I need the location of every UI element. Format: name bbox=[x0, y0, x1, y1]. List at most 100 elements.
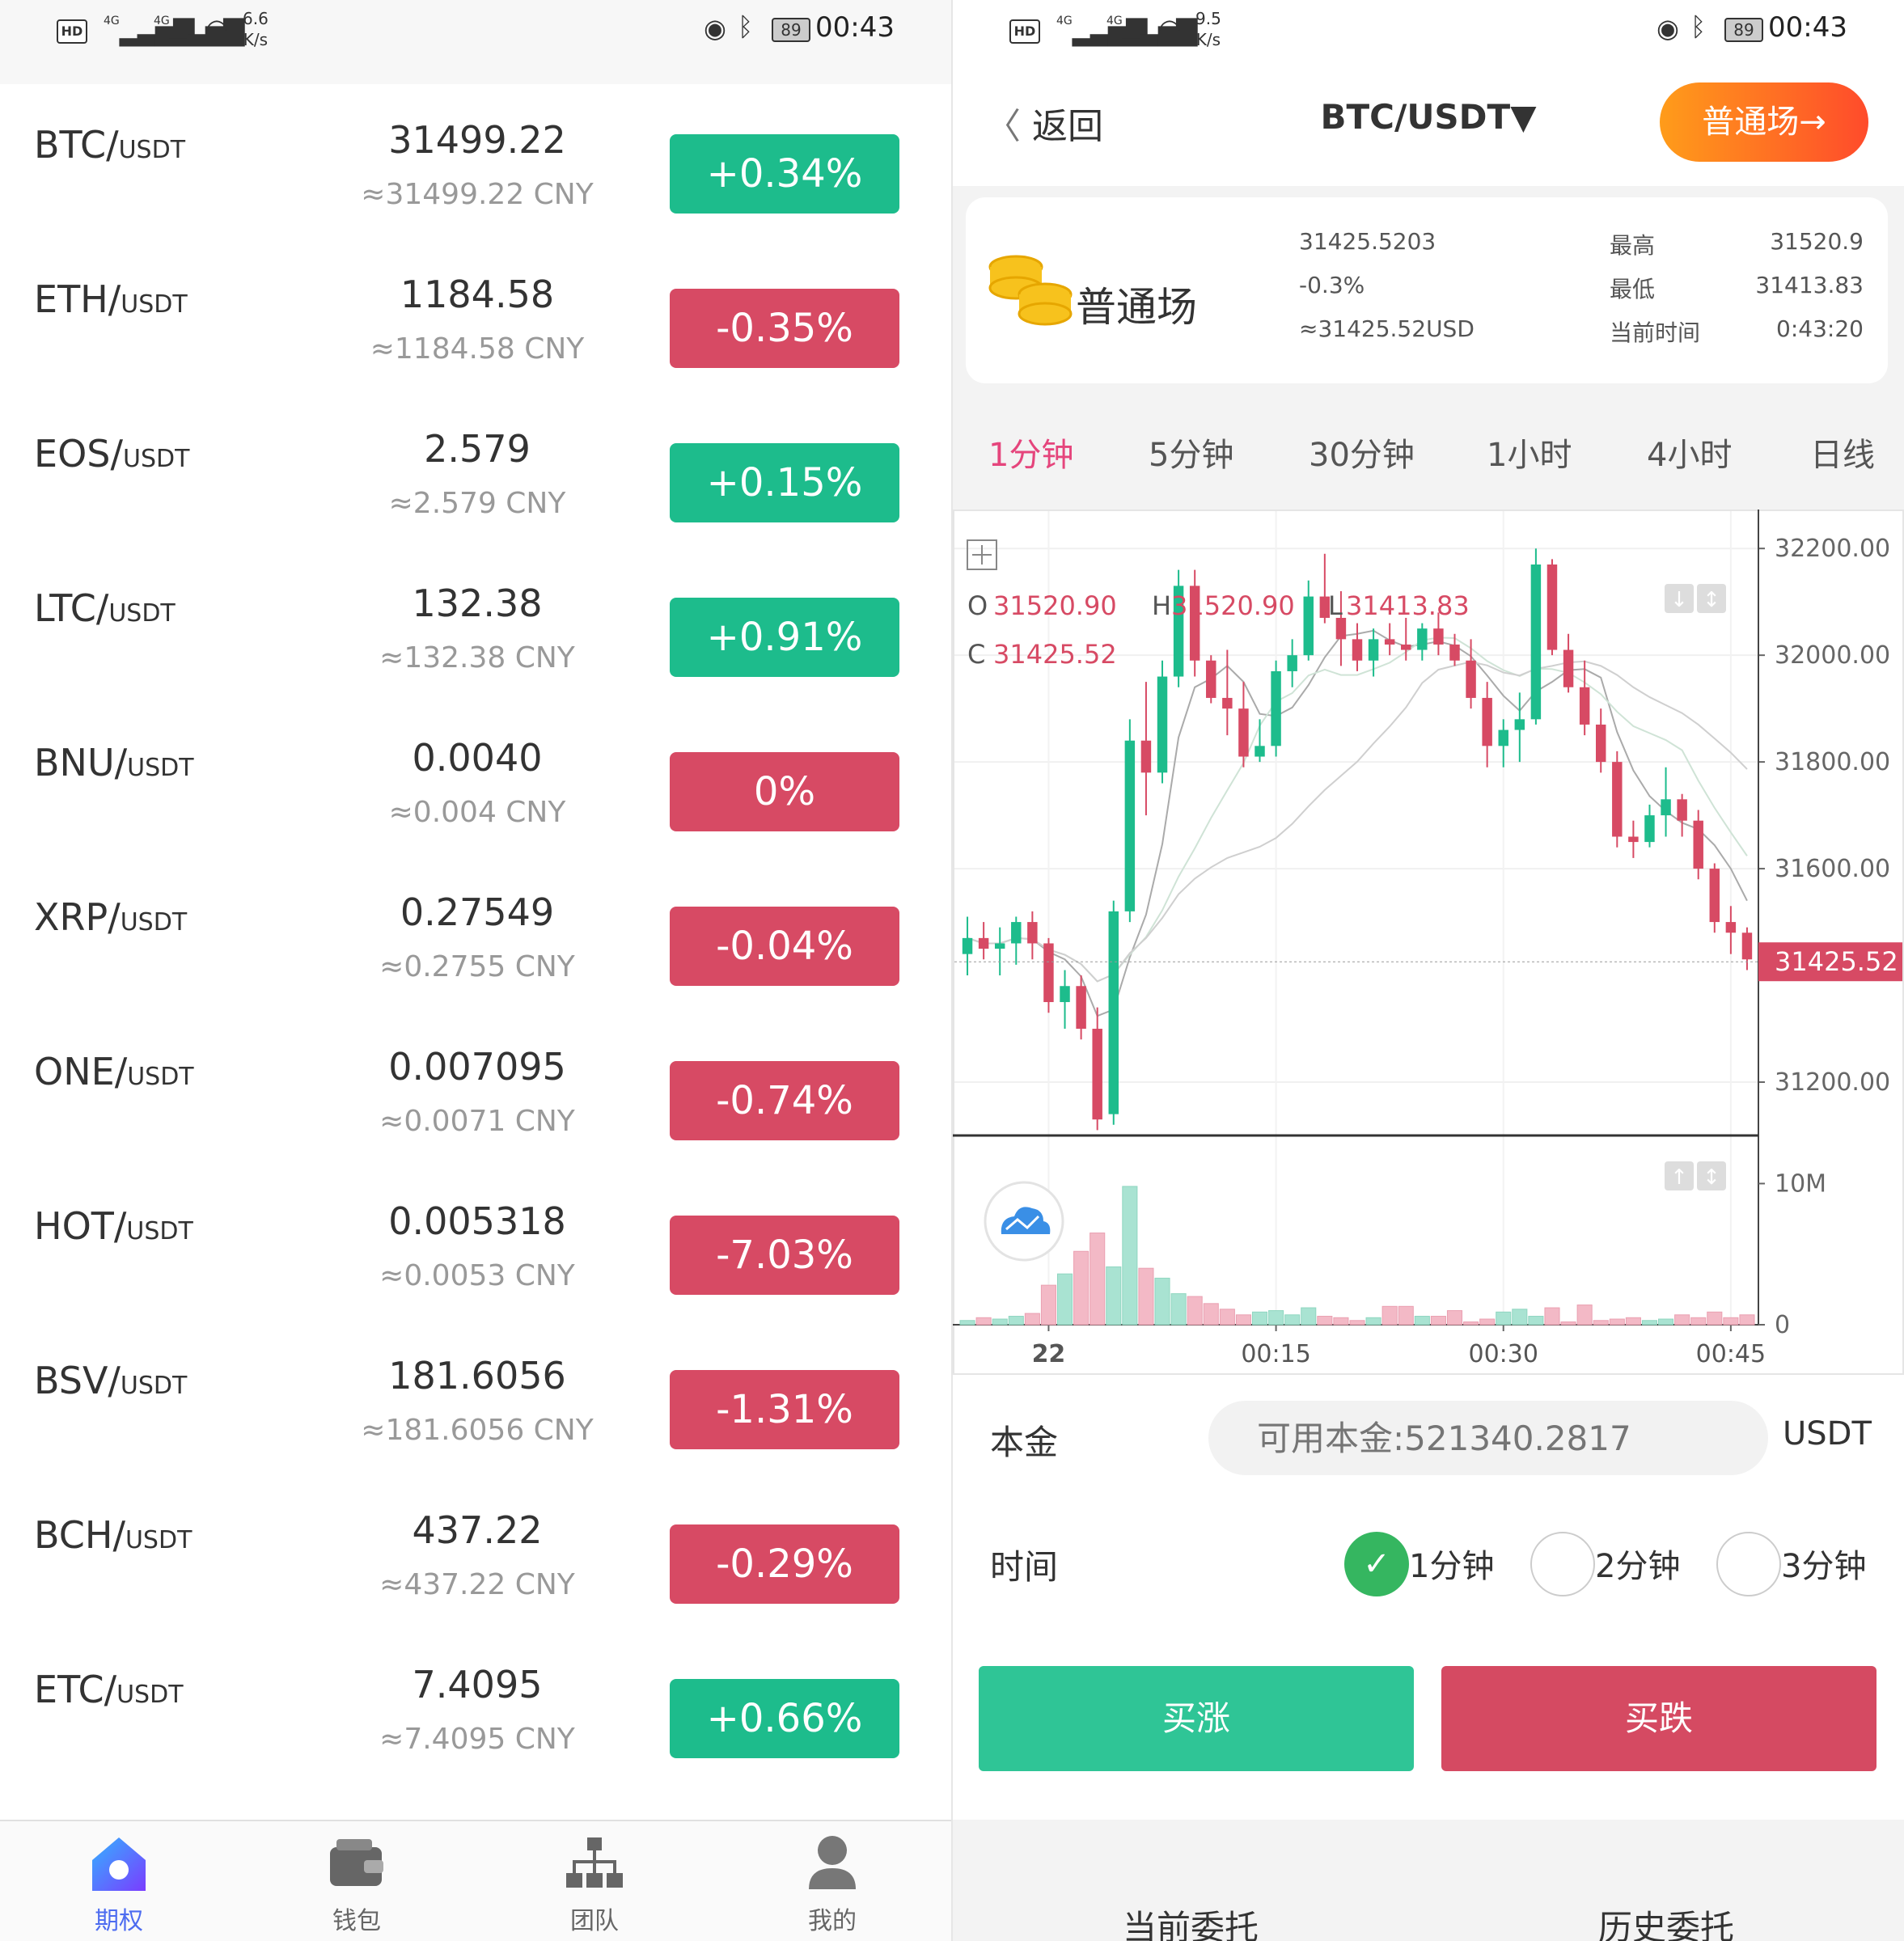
nav-wallet[interactable]: 钱包 bbox=[238, 1821, 476, 1941]
change-badge[interactable]: +0.91% bbox=[670, 598, 899, 677]
candle-body bbox=[1384, 639, 1395, 645]
change-badge[interactable]: -0.29% bbox=[670, 1524, 899, 1604]
bluetooth-icon: ᛒ bbox=[738, 11, 754, 42]
candle-body bbox=[1287, 655, 1297, 671]
volume-bar bbox=[1641, 1320, 1658, 1326]
mode-button[interactable]: 普通场→ bbox=[1660, 82, 1868, 162]
signal-icon-2: 4G▂▃▅▇ bbox=[154, 15, 244, 47]
market-row[interactable]: ONE/USDT 0.007095 ≈0.0071 CNY -0.74% bbox=[0, 1011, 951, 1165]
candle-body bbox=[1530, 564, 1542, 720]
nav-label-options: 期权 bbox=[95, 1907, 143, 1935]
tab-4h[interactable]: 4小时 bbox=[1647, 429, 1732, 476]
candle-body bbox=[1108, 911, 1119, 1114]
market-row[interactable]: HOT/USDT 0.005318 ≈0.0053 CNY -7.03% bbox=[0, 1165, 951, 1320]
market-row[interactable]: EOS/USDT 2.579 ≈2.579 CNY +0.15% bbox=[0, 393, 951, 548]
low-value: 31413.83 bbox=[1755, 272, 1864, 298]
market-row[interactable]: BTC/USDT 31499.22 ≈31499.22 CNY +0.34% bbox=[0, 84, 951, 239]
change-badge[interactable]: -1.31% bbox=[670, 1370, 899, 1449]
check-icon[interactable]: ✓ bbox=[1344, 1532, 1409, 1596]
bottom-nav: 期权 钱包 团队 我的 bbox=[0, 1820, 951, 1941]
kline-svg[interactable]: 32200.00 32000.00 31800.00 31600.00 31200.00… bbox=[953, 510, 1904, 1375]
nav-label-team: 团队 bbox=[570, 1907, 619, 1935]
buy-down-button[interactable]: 买跌 bbox=[1441, 1666, 1876, 1771]
pair-cny: ≈0.0053 CNY bbox=[379, 1259, 575, 1292]
change-badge[interactable]: -0.74% bbox=[670, 1061, 899, 1140]
tab-1h[interactable]: 1小时 bbox=[1487, 429, 1572, 476]
market-row[interactable]: LTC/USDT 132.38 ≈132.38 CNY +0.91% bbox=[0, 548, 951, 702]
eye-icon: ◉ bbox=[704, 13, 726, 44]
radio-3[interactable] bbox=[1716, 1532, 1781, 1596]
candle-body bbox=[1206, 660, 1216, 698]
pair-cny: ≈31499.22 CNY bbox=[361, 178, 594, 211]
pair-price: 0.005318 bbox=[388, 1199, 566, 1243]
nav-me[interactable]: 我的 bbox=[713, 1821, 951, 1941]
change-badge[interactable]: 0% bbox=[670, 752, 899, 831]
tab-1m[interactable]: 1分钟 bbox=[988, 429, 1073, 476]
price-change: -0.3% bbox=[1299, 272, 1365, 298]
duration-3[interactable]: 3分钟 bbox=[1781, 1540, 1866, 1587]
duration-1[interactable]: 1分钟 bbox=[1409, 1540, 1494, 1587]
volume-bar bbox=[992, 1318, 1008, 1326]
radio-2[interactable] bbox=[1530, 1532, 1595, 1596]
pair-price: 437.22 bbox=[412, 1508, 543, 1552]
wifi-icon: ◠ bbox=[205, 13, 228, 44]
tab-5m[interactable]: 5分钟 bbox=[1149, 429, 1233, 476]
market-row[interactable]: XRP/USDT 0.27549 ≈0.2755 CNY -0.04% bbox=[0, 856, 951, 1011]
pair-name: BNU/USDT bbox=[34, 741, 194, 784]
pair-name: EOS/USDT bbox=[34, 432, 190, 476]
duration-2[interactable]: 2分钟 bbox=[1595, 1540, 1680, 1587]
candle-body bbox=[1709, 869, 1720, 923]
candle-body bbox=[1514, 719, 1525, 730]
market-row[interactable]: BCH/USDT 437.22 ≈437.22 CNY -0.29% bbox=[0, 1474, 951, 1629]
current-time: 0:43:20 bbox=[1776, 315, 1864, 342]
volume-bar bbox=[1251, 1311, 1268, 1326]
change-badge[interactable]: +0.34% bbox=[670, 134, 899, 214]
ma-line bbox=[967, 636, 1748, 983]
nav-options[interactable]: 期权 bbox=[0, 1821, 238, 1941]
volume-bar bbox=[1138, 1267, 1154, 1326]
y-tick-label: 31600.00 bbox=[1775, 855, 1890, 883]
kline-chart[interactable]: 32200.00 32000.00 31800.00 31600.00 31200.00… bbox=[953, 510, 1904, 1375]
pair-price: 181.6056 bbox=[388, 1354, 566, 1398]
volume-bar bbox=[1333, 1317, 1349, 1326]
net-speed: 6.6 K/s bbox=[243, 8, 269, 50]
net-speed-value: 9.5 bbox=[1195, 9, 1221, 28]
change-badge[interactable]: -0.35% bbox=[670, 289, 899, 368]
market-row[interactable]: BNU/USDT 0.0040 ≈0.004 CNY 0% bbox=[0, 702, 951, 856]
buy-up-button[interactable]: 买涨 bbox=[979, 1666, 1414, 1771]
change-badge[interactable]: -7.03% bbox=[670, 1216, 899, 1295]
pair-cny: ≈0.2755 CNY bbox=[379, 950, 575, 983]
principal-input[interactable] bbox=[1208, 1401, 1768, 1475]
wifi-icon: ◠ bbox=[1158, 13, 1181, 44]
candle-body bbox=[1027, 922, 1038, 944]
pair-name: ONE/USDT bbox=[34, 1050, 194, 1093]
pair-cny: ≈132.38 CNY bbox=[379, 641, 575, 674]
trade-header: 〈 返回 BTC/USDT▼ 普通场→ bbox=[953, 57, 1904, 186]
change-badge[interactable]: +0.66% bbox=[670, 1679, 899, 1758]
ticker-card: 普通场 31425.5203 -0.3% ≈31425.52USD 最高 最低 … bbox=[966, 197, 1888, 383]
volume-bar bbox=[1284, 1314, 1301, 1326]
candle-body bbox=[1725, 922, 1737, 933]
nav-team[interactable]: 团队 bbox=[476, 1821, 713, 1941]
market-row[interactable]: ETC/USDT 7.4095 ≈7.4095 CNY +0.66% bbox=[0, 1629, 951, 1783]
change-badge[interactable]: +0.15% bbox=[670, 443, 899, 522]
candle-body bbox=[1124, 740, 1136, 911]
signal-icon-2: 4G▂▃▅▇ bbox=[1106, 15, 1197, 47]
pair-name: ETC/USDT bbox=[34, 1668, 184, 1711]
x-tick-label: 22 bbox=[1032, 1340, 1066, 1368]
hd-icon: HD bbox=[1009, 19, 1040, 44]
pair-quote: USDT bbox=[122, 445, 190, 473]
market-row[interactable]: BSV/USDT 181.6056 ≈181.6056 CNY -1.31% bbox=[0, 1320, 951, 1474]
volume-bar bbox=[975, 1317, 992, 1326]
tab-30m[interactable]: 30分钟 bbox=[1309, 429, 1415, 476]
market-row[interactable]: ETH/USDT 1184.58 ≈1184.58 CNY -0.35% bbox=[0, 239, 951, 393]
tab-current-orders[interactable]: 当前委托 bbox=[1123, 1901, 1259, 1941]
tab-daily[interactable]: 日线 bbox=[1810, 429, 1875, 476]
pair-cny: ≈2.579 CNY bbox=[388, 487, 566, 520]
tab-history-orders[interactable]: 历史委托 bbox=[1598, 1901, 1734, 1941]
change-badge[interactable]: -0.04% bbox=[670, 907, 899, 986]
volume-bar bbox=[1301, 1307, 1317, 1326]
candle-body bbox=[1579, 687, 1590, 725]
candle-body bbox=[1677, 799, 1687, 821]
volume-bar bbox=[1446, 1310, 1463, 1326]
